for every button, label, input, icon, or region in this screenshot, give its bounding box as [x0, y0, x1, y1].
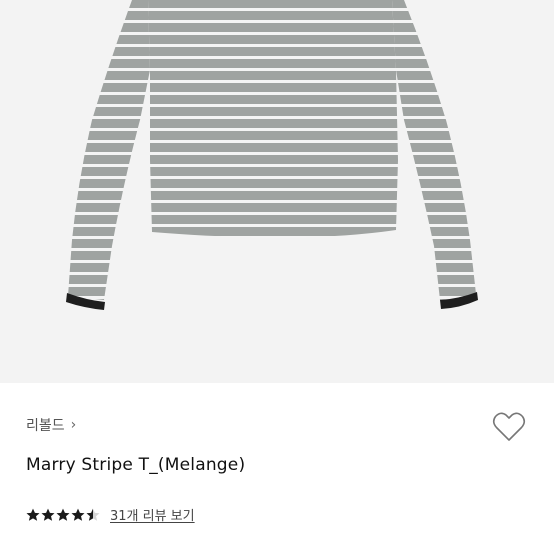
- brand-name: 리볼드: [26, 418, 65, 434]
- review-link[interactable]: 31개 리뷰 보기: [110, 505, 195, 524]
- product-info-panel: 리볼드 › Marry Stripe T_(Melange) 31개 리뷰 보기: [0, 383, 554, 554]
- product-image[interactable]: [0, 0, 554, 383]
- star-icon: [41, 508, 55, 521]
- star-icon: [56, 508, 70, 521]
- product-photo-illustration: [0, 0, 554, 383]
- brand-link[interactable]: 리볼드 ›: [26, 415, 76, 435]
- star-rating: [26, 508, 100, 522]
- chevron-right-icon: ›: [70, 417, 77, 433]
- heart-outline-icon: [492, 412, 526, 441]
- product-title: Marry Stripe T_(Melange): [26, 455, 246, 475]
- star-icon: [26, 508, 40, 521]
- star-icon: [71, 508, 85, 521]
- wishlist-button[interactable]: [492, 411, 526, 443]
- star-icon: [86, 508, 100, 521]
- rating-row: 31개 리뷰 보기: [26, 505, 195, 524]
